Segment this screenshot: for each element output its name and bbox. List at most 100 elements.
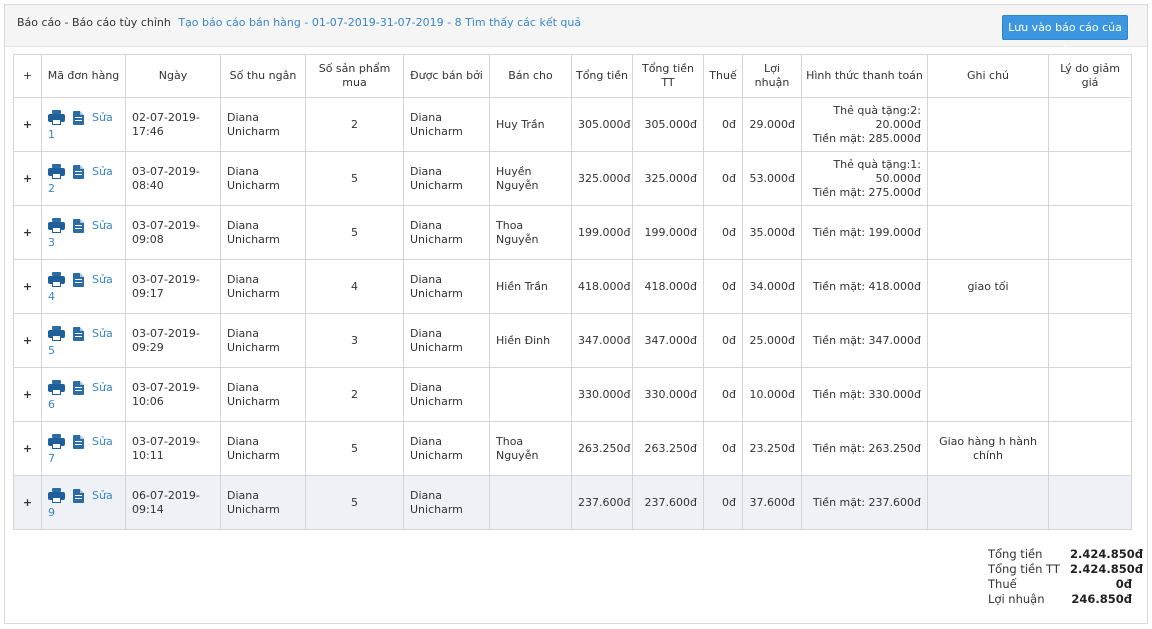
printer-icon[interactable]	[48, 110, 65, 125]
payment-method-cell: Thẻ quà tặng:1: 50.000đ Tiền mặt: 275.00…	[801, 151, 928, 206]
save-report-button[interactable]: Lưu vào báo cáo của tôi	[1002, 15, 1128, 57]
document-icon[interactable]	[73, 380, 84, 395]
expand-row-button[interactable]: +	[13, 205, 42, 260]
printer-icon[interactable]	[48, 380, 65, 395]
printer-icon[interactable]	[48, 326, 65, 341]
order-number-link[interactable]: 4	[48, 290, 55, 304]
column-header: Hình thức thanh toán	[801, 54, 928, 98]
total-cell: 347.000đ	[571, 313, 633, 368]
summary-label: Lợi nhuận	[988, 592, 1045, 606]
printer-icon[interactable]	[48, 272, 65, 287]
table-row: + Sửa 5 03-07-2019- 09:29 Diana Unicharm 3 Dia…	[13, 313, 1132, 368]
order-actions: Sửa	[48, 488, 113, 503]
total-paid-cell: 418.000đ	[632, 259, 704, 314]
note-cell	[927, 367, 1049, 422]
panel-header: Báo cáo - Báo cáo tùy chỉnh Tạo báo cáo …	[5, 5, 1147, 57]
edit-link[interactable]: Sửa	[92, 381, 113, 395]
order-actions-cell: Sửa 3	[41, 205, 126, 260]
expand-row-button[interactable]: +	[13, 151, 42, 206]
printer-icon[interactable]	[48, 488, 65, 503]
edit-link[interactable]: Sửa	[92, 489, 113, 503]
expand-row-button[interactable]: +	[13, 259, 42, 314]
printer-icon[interactable]	[48, 434, 65, 449]
document-icon[interactable]	[73, 434, 84, 449]
edit-link[interactable]: Sửa	[92, 165, 113, 179]
document-icon[interactable]	[73, 218, 84, 233]
order-actions: Sửa	[48, 326, 113, 341]
payment-method-cell: Tiền mặt: 199.000đ	[801, 205, 928, 260]
order-number-link[interactable]: 1	[48, 128, 55, 142]
sold-to-cell: Hiền Đinh	[489, 313, 572, 368]
order-actions-cell: Sửa 4	[41, 259, 126, 314]
expand-row-button[interactable]: +	[13, 475, 42, 530]
expand-all-header[interactable]: +	[13, 54, 42, 98]
tax-cell: 0đ	[703, 313, 743, 368]
edit-link[interactable]: Sửa	[92, 435, 113, 449]
total-paid-cell: 325.000đ	[632, 151, 704, 206]
order-date-cell: 03-07-2019- 09:08	[125, 205, 221, 260]
printer-icon[interactable]	[48, 218, 65, 233]
order-number-link[interactable]: 9	[48, 506, 55, 520]
expand-row-button[interactable]: +	[13, 367, 42, 422]
order-number-link[interactable]: 7	[48, 452, 55, 466]
cashier-cell: Diana Unicharm	[220, 151, 306, 206]
order-date-cell: 02-07-2019- 17:46	[125, 97, 221, 152]
order-number-link[interactable]: 5	[48, 344, 55, 358]
total-cell: 237.600đ	[571, 475, 633, 530]
sold-to-cell: Huyền Nguyễn	[489, 151, 572, 206]
total-cell: 305.000đ	[571, 97, 633, 152]
column-header: Mã đơn hàng	[41, 54, 126, 98]
cashier-cell: Diana Unicharm	[220, 475, 306, 530]
table-row: + Sửa 4 03-07-2019- 09:17 Diana Unicharm 4 Dia…	[13, 259, 1132, 314]
summary-value: 2.424.850đ	[1070, 562, 1143, 576]
profit-cell: 29.000đ	[742, 97, 802, 152]
order-actions: Sửa	[48, 272, 113, 287]
order-date-cell: 03-07-2019- 10:11	[125, 421, 221, 476]
sold-to-cell	[489, 475, 572, 530]
summary-row: Tổng tiền 2.424.850đ	[988, 547, 1143, 562]
total-cell: 418.000đ	[571, 259, 633, 314]
cashier-cell: Diana Unicharm	[220, 367, 306, 422]
column-header: Ghi chú	[927, 54, 1049, 98]
document-icon[interactable]	[73, 110, 84, 125]
edit-link[interactable]: Sửa	[92, 111, 113, 125]
document-icon[interactable]	[73, 272, 84, 287]
total-paid-cell: 347.000đ	[632, 313, 704, 368]
order-number-link[interactable]: 2	[48, 182, 55, 196]
edit-link[interactable]: Sửa	[92, 219, 113, 233]
tax-cell: 0đ	[703, 259, 743, 314]
column-header: Thuế	[703, 54, 743, 98]
payment-method-cell: Tiền mặt: 237.600đ	[801, 475, 928, 530]
sold-by-cell: Diana Unicharm	[403, 475, 490, 530]
document-icon[interactable]	[73, 164, 84, 179]
edit-link[interactable]: Sửa	[92, 327, 113, 341]
printer-icon[interactable]	[48, 164, 65, 179]
expand-row-button[interactable]: +	[13, 421, 42, 476]
order-date-cell: 03-07-2019- 10:06	[125, 367, 221, 422]
profit-cell: 23.250đ	[742, 421, 802, 476]
order-date-cell: 03-07-2019- 08:40	[125, 151, 221, 206]
expand-row-button[interactable]: +	[13, 97, 42, 152]
order-actions-cell: Sửa 9	[41, 475, 126, 530]
edit-link[interactable]: Sửa	[92, 273, 113, 287]
document-icon[interactable]	[73, 488, 84, 503]
summary-row: Tổng tiền TT 2.424.850đ	[988, 562, 1143, 577]
column-header: Số sản phẩm mua	[305, 54, 404, 98]
sold-to-cell: Huy Trần	[489, 97, 572, 152]
note-cell	[927, 151, 1049, 206]
tax-cell: 0đ	[703, 205, 743, 260]
order-number-link[interactable]: 6	[48, 398, 55, 412]
cashier-cell: Diana Unicharm	[220, 421, 306, 476]
payment-method-cell: Tiền mặt: 330.000đ	[801, 367, 928, 422]
summary-row: Lợi nhuận 246.850đ	[988, 592, 1132, 607]
expand-row-button[interactable]: +	[13, 313, 42, 368]
document-icon[interactable]	[73, 326, 84, 341]
profit-cell: 53.000đ	[742, 151, 802, 206]
cashier-cell: Diana Unicharm	[220, 259, 306, 314]
discount-reason-cell	[1048, 421, 1132, 476]
order-number-link[interactable]: 3	[48, 236, 55, 250]
table-body: + Sửa 1 02-07-2019- 17:46 Diana Unicharm 2 Dia…	[13, 97, 1132, 530]
order-actions: Sửa	[48, 218, 113, 233]
discount-reason-cell	[1048, 475, 1132, 530]
discount-reason-cell	[1048, 313, 1132, 368]
